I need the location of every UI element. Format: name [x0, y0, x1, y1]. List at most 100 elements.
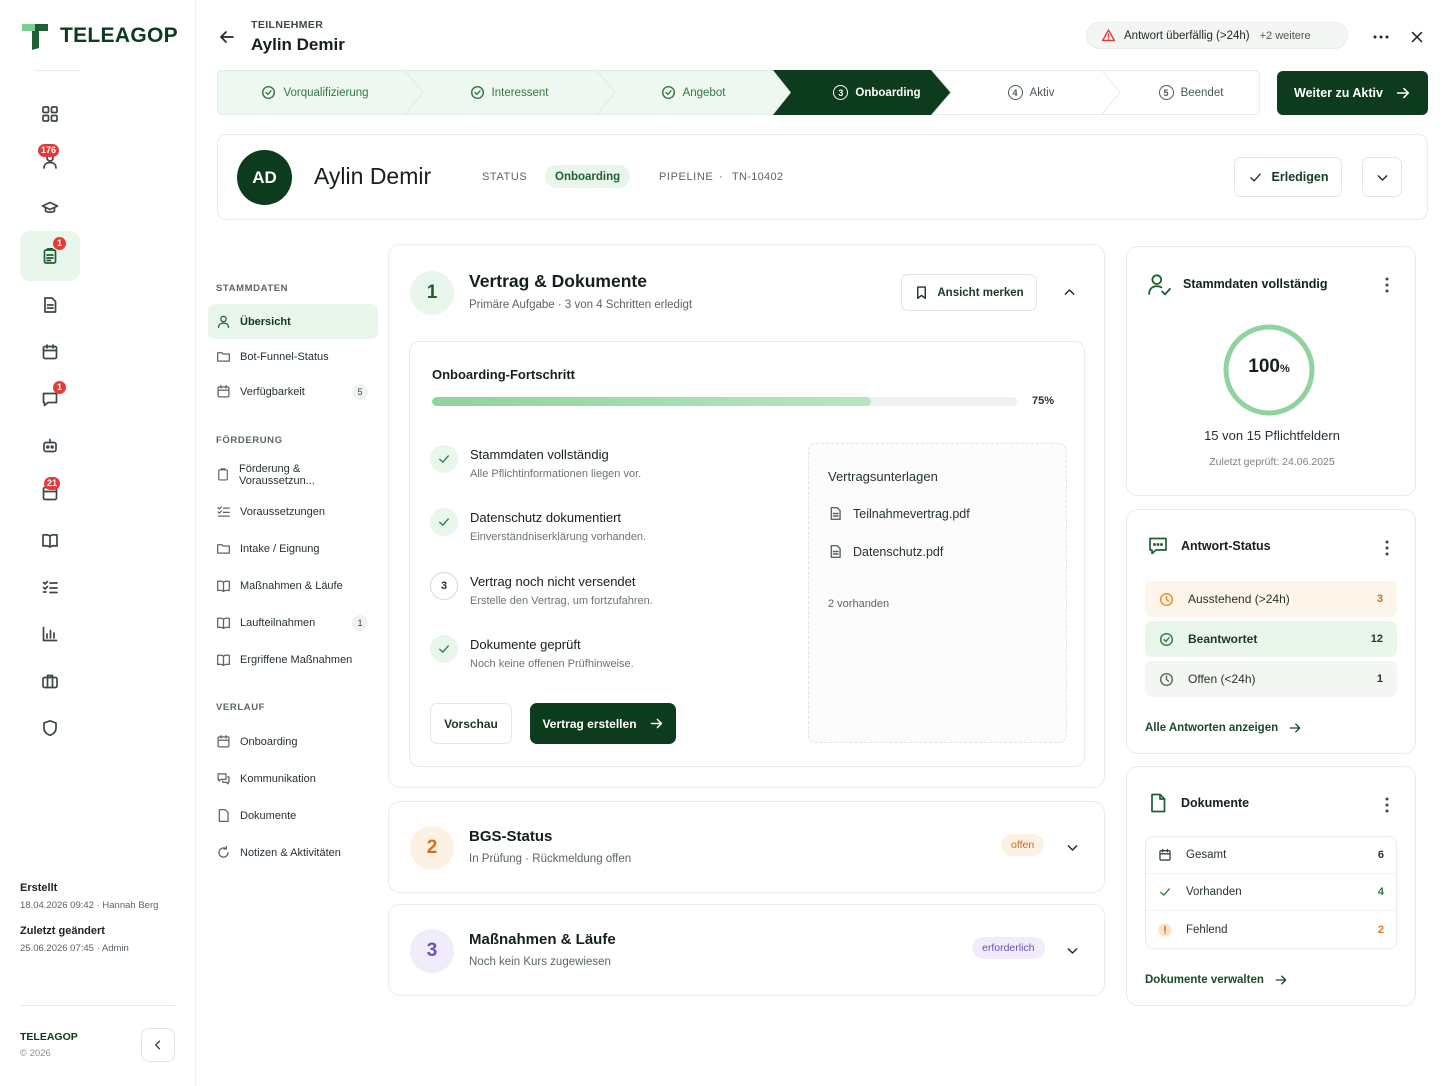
save-view-button[interactable]: Ansicht merken — [901, 274, 1037, 311]
nav-item-label: Übersicht — [240, 315, 291, 328]
task-card-massnahmen[interactable]: 3 Maßnahmen & Läufe Noch kein Kurs zugew… — [388, 904, 1105, 996]
pipeline-value: TN-10402 — [732, 171, 784, 183]
nav-item-uebersicht[interactable]: Übersicht — [208, 304, 378, 339]
all-answers-label: Alle Antworten anzeigen — [1145, 722, 1279, 734]
status-row-pending[interactable]: Ausstehend (>24h) 3 — [1145, 581, 1397, 617]
panel-menu-button[interactable] — [1379, 794, 1395, 816]
nav-item-label: Ergriffene Maßnahmen — [240, 653, 353, 666]
task-card-bgs[interactable]: 2 BGS-Status In Prüfung · Rückmeldung of… — [388, 801, 1105, 893]
nav-item-intake[interactable]: Intake / Eignung — [208, 530, 378, 567]
changed-label: Zuletzt geändert — [20, 925, 105, 937]
nav-item-label: Voraussetzungen — [240, 505, 326, 518]
all-answers-link[interactable]: Alle Antworten anzeigen — [1145, 721, 1302, 735]
document-link[interactable]: Teilnahmevertrag.pdf — [828, 506, 970, 521]
expand-task-button[interactable] — [1061, 939, 1083, 961]
step-number: 5 — [1158, 85, 1174, 100]
status-row-open[interactable]: Offen (<24h) 1 — [1145, 661, 1397, 697]
task-title: Maßnahmen & Läufe — [469, 931, 616, 948]
contract-documents-title: Vertragsunterlagen — [828, 469, 938, 484]
rail-item-schedule[interactable]: 21 — [20, 469, 80, 516]
more-horizontal-icon — [1373, 35, 1389, 39]
step-interessent[interactable]: Interessent — [413, 70, 605, 115]
chevron-left-icon — [155, 1040, 161, 1050]
check-icon — [439, 518, 449, 526]
checklist-subtitle: Einverständniserklärung vorhanden. — [470, 531, 647, 543]
rail-item-calendar[interactable] — [20, 328, 80, 375]
doc-stat-row[interactable]: Vorhanden 4 — [1146, 874, 1396, 911]
step-number: 4 — [1007, 85, 1023, 100]
rail-item-security[interactable] — [20, 704, 80, 751]
header-kicker: TEILNEHMER — [251, 19, 324, 31]
step-vorqualifizierung[interactable]: Vorqualifizierung — [217, 70, 413, 115]
step-label: Aktiv — [1029, 86, 1055, 99]
step-aktiv[interactable]: 4 Aktiv — [951, 70, 1111, 115]
rail-item-dashboard[interactable] — [20, 90, 80, 137]
panel-menu-button[interactable] — [1379, 274, 1395, 296]
onboarding-panel: Onboarding-Fortschritt 75% Stammdaten vo… — [409, 341, 1085, 767]
nav-item-kommunikation[interactable]: Kommunikation — [208, 760, 378, 797]
more-options-button[interactable] — [1370, 26, 1392, 48]
chevron-down-icon — [1067, 844, 1077, 851]
folder-icon — [217, 544, 230, 554]
rail-item-bot[interactable] — [20, 422, 80, 469]
complete-button[interactable]: Erledigen — [1234, 157, 1342, 197]
overdue-alert-pill[interactable]: Antwort überfällig (>24h) +2 weitere — [1086, 22, 1348, 49]
brand[interactable]: TELEAGOP — [20, 21, 178, 51]
nav-item-ergriffene[interactable]: Ergriffene Maßnahmen — [208, 641, 378, 678]
rail-item-messages[interactable]: 1 — [20, 375, 80, 422]
manage-documents-link[interactable]: Dokumente verwalten — [1145, 973, 1288, 987]
task-subtitle: Noch kein Kurs zugewiesen — [469, 956, 611, 968]
calendar-icon — [42, 343, 58, 359]
panel-menu-button[interactable] — [1379, 537, 1395, 559]
shield-icon — [43, 719, 57, 736]
rail-item-jobs[interactable] — [20, 657, 80, 704]
chevron-down-icon — [1067, 947, 1077, 954]
next-stage-label: Weiter zu Aktiv — [1294, 86, 1383, 100]
back-button[interactable] — [216, 27, 238, 47]
rail-item-tasks[interactable]: 1 — [20, 231, 80, 281]
rail-item-library[interactable] — [20, 516, 80, 563]
arrow-right-icon — [1289, 723, 1301, 733]
tasks-badge: 1 — [53, 237, 66, 250]
create-contract-button[interactable]: Vertrag erstellen — [530, 703, 676, 744]
rail-item-courses[interactable] — [20, 184, 80, 231]
nav-item-bot-funnel[interactable]: Bot-Funnel-Status — [208, 339, 378, 374]
collapse-sidebar-button[interactable] — [141, 1028, 175, 1062]
panel-title: Antwort-Status — [1181, 539, 1271, 553]
next-stage-button[interactable]: Weiter zu Aktiv — [1277, 71, 1428, 115]
rail-item-reports[interactable] — [20, 610, 80, 657]
step-onboarding[interactable]: 3 Onboarding — [787, 70, 967, 115]
rail-item-checklists[interactable] — [20, 563, 80, 610]
alert-text: Antwort überfällig (>24h) — [1124, 29, 1250, 42]
brand-name: TELEAGOP — [60, 24, 178, 47]
check-badge — [430, 635, 458, 663]
doc-stat-row[interactable]: Fehlend 2 — [1146, 911, 1396, 948]
task-card-contract: 1 Vertrag & Dokumente Primäre Aufgabe · … — [388, 244, 1105, 788]
nav-item-onboarding[interactable]: Onboarding — [208, 723, 378, 760]
document-icon — [44, 296, 57, 313]
panel-header: Dokumente — [1147, 792, 1249, 814]
nav-item-massnahmen[interactable]: Maßnahmen & Läufe — [208, 567, 378, 604]
status-row-answered[interactable]: Beantwortet 12 — [1145, 621, 1397, 657]
nav-item-voraussetzungen[interactable]: Voraussetzungen — [208, 493, 378, 530]
document-link[interactable]: Datenschutz.pdf — [828, 544, 943, 559]
rail-item-participants[interactable]: 176 — [20, 137, 80, 184]
pipeline-separator: · — [719, 171, 724, 183]
collapse-task-button[interactable] — [1058, 281, 1080, 303]
doc-stat-row[interactable]: Gesamt 6 — [1146, 837, 1396, 874]
nav-item-notizen[interactable]: Notizen & Aktivitäten — [208, 834, 378, 871]
nav-item-laufteilnahmen[interactable]: Laufteilnahmen 1 — [208, 604, 378, 641]
close-button[interactable] — [1406, 26, 1428, 48]
nav-item-dokumente[interactable]: Dokumente — [208, 797, 378, 834]
nav-item-foerderung[interactable]: Förderung & Voraussetzun... — [208, 456, 378, 493]
profile-expand-button[interactable] — [1362, 157, 1402, 197]
rail-item-documents[interactable] — [20, 281, 80, 328]
nav-item-verfuegbarkeit[interactable]: Verfügbarkeit 5 — [208, 374, 378, 409]
preview-button[interactable]: Vorschau — [430, 703, 512, 744]
file-icon — [1151, 793, 1166, 813]
graduation-cap-icon — [41, 201, 59, 213]
status-label: STATUS — [482, 171, 528, 183]
expand-task-button[interactable] — [1061, 836, 1083, 858]
step-angebot[interactable]: Angebot — [605, 70, 781, 115]
step-beendet[interactable]: 5 Beendet — [1113, 70, 1269, 115]
